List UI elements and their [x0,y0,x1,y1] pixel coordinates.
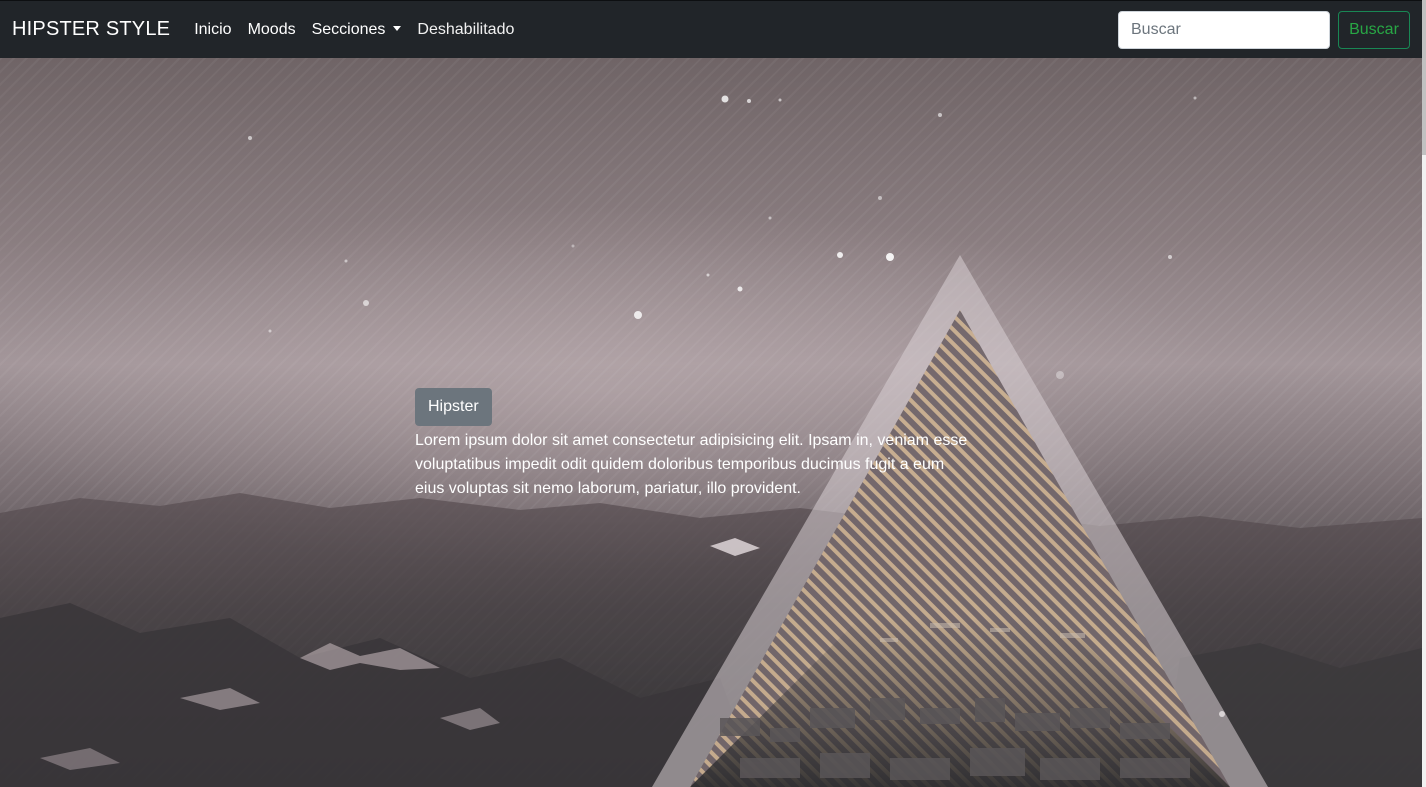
page-scrollbar[interactable] [1422,0,1426,787]
hero-paragraph: Lorem ipsum dolor sit amet consectetur a… [415,432,968,497]
nav-link-deshabilitado[interactable]: Deshabilitado [417,21,514,39]
caret-down-icon [393,25,402,31]
navbar-brand[interactable]: HIPSTER STYLE [12,18,170,41]
scrollbar-thumb[interactable] [1422,0,1426,155]
nav-link-moods[interactable]: Moods [248,21,296,39]
nav-link-inicio[interactable]: Inicio [194,21,231,39]
nav-dropdown-secciones-label: Secciones [311,20,386,38]
top-navbar: HIPSTER STYLE Inicio Moods Secciones Des… [0,0,1422,58]
nav-dropdown-secciones[interactable]: Secciones [312,21,402,39]
hero-section: Hipster Lorem ipsum dolor sit amet conse… [0,58,1422,787]
search-input[interactable] [1118,10,1330,49]
hipster-button[interactable]: Hipster [415,388,492,426]
search-button[interactable]: Buscar [1338,10,1410,49]
hero-content: Hipster Lorem ipsum dolor sit amet conse… [415,388,975,501]
